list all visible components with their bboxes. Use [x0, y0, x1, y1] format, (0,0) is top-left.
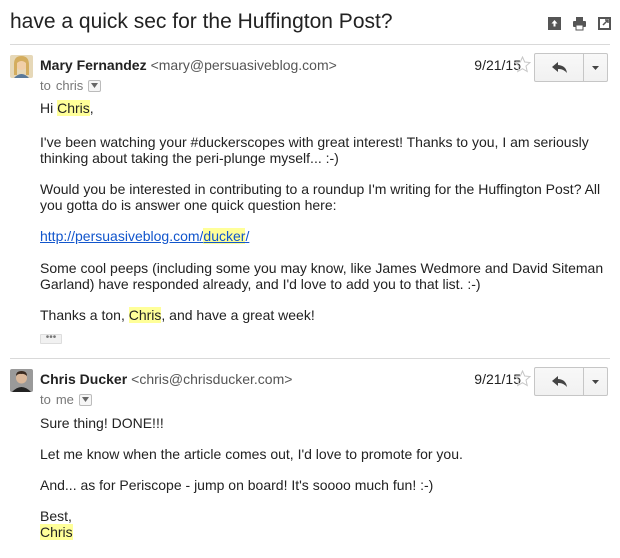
sender[interactable]: Mary Fernandez <mary@persuasiveblog.com>	[40, 57, 337, 73]
sender-name: Mary Fernandez	[40, 57, 147, 73]
star-icon[interactable]	[514, 56, 531, 73]
message-line: And... as for Periscope - jump on board!…	[40, 477, 434, 493]
reply-button[interactable]	[534, 53, 584, 82]
paragraph-line: Some cool peeps (including some you may …	[40, 260, 604, 276]
show-trimmed-content-button[interactable]: •••	[40, 333, 62, 344]
sender-email: <chris@chrisducker.com>	[131, 371, 293, 387]
more-options-button[interactable]	[584, 367, 608, 396]
closing-line: Thanks a ton, Chris, and have a great we…	[40, 307, 608, 323]
paragraph-line: Would you be interested in contributing …	[40, 181, 601, 197]
reply-button-group	[534, 53, 608, 82]
star-icon[interactable]	[514, 370, 531, 387]
avatar	[10, 369, 33, 392]
recipient-line: to me	[40, 392, 92, 407]
paragraph-line: you gotta do is answer one quick questio…	[40, 197, 337, 213]
link-paragraph: http://persuasiveblog.com/ducker/	[40, 228, 608, 244]
sender-email: <mary@persuasiveblog.com>	[150, 57, 337, 73]
to-name: chris	[55, 78, 84, 93]
paragraph-3: Some cool peeps (including some you may …	[40, 260, 608, 292]
divider	[10, 44, 610, 45]
paragraph-line: thinking about taking the peri-plunge my…	[40, 150, 339, 166]
sender-name: Chris Ducker	[40, 371, 128, 387]
show-details-button[interactable]	[88, 79, 102, 92]
closing-text: Thanks a ton,	[40, 307, 129, 323]
avatar	[10, 55, 33, 78]
paragraph-line: I've been watching your #duckerscopes wi…	[40, 134, 589, 150]
new-window-icon[interactable]	[597, 16, 612, 31]
email-subject: have a quick sec for the Huffington Post…	[10, 10, 393, 33]
message-line: Let me know when the article comes out, …	[40, 446, 463, 462]
divider	[10, 358, 610, 359]
reply-button[interactable]	[534, 367, 584, 396]
chevron-down-icon	[91, 83, 99, 88]
to-prefix: to	[40, 392, 51, 407]
message-body: Hi Chris,	[40, 100, 608, 116]
highlighted-name: Chris	[128, 307, 162, 323]
show-details-button[interactable]	[78, 393, 92, 406]
greeting-line: Hi Chris,	[40, 100, 608, 116]
chevron-down-icon	[592, 65, 599, 70]
signature: Chris	[40, 524, 608, 540]
closing-text-end: , and have a great week!	[161, 307, 315, 323]
recipient-line: to chris	[40, 78, 102, 93]
survey-link[interactable]: http://persuasiveblog.com/ducker/	[40, 228, 249, 244]
to-prefix: to	[40, 78, 51, 93]
link-text-end: /	[245, 228, 250, 244]
more-options-button[interactable]	[584, 53, 608, 82]
reply-icon	[551, 62, 567, 73]
message-line: Sure thing! DONE!!!	[40, 415, 164, 431]
greeting-punct: ,	[89, 100, 94, 116]
chevron-down-icon	[592, 379, 599, 384]
to-name: me	[55, 392, 74, 407]
highlighted-name: Chris	[57, 100, 90, 116]
paragraph-line: Garland) have responded already, and I'd…	[40, 276, 481, 292]
reply-icon	[551, 376, 567, 387]
print-icon[interactable]	[572, 16, 587, 31]
sender[interactable]: Chris Ducker <chris@chrisducker.com>	[40, 371, 292, 387]
paragraph-1: I've been watching your #duckerscopes wi…	[40, 134, 608, 166]
sign-off: Best,	[40, 508, 72, 524]
link-highlight: ducker	[203, 228, 246, 244]
archive-icon[interactable]	[547, 16, 562, 31]
reply-button-group	[534, 367, 608, 396]
highlighted-name: Chris	[40, 524, 73, 540]
chevron-down-icon	[81, 397, 89, 402]
paragraph-2: Would you be interested in contributing …	[40, 181, 608, 213]
thread-actions	[547, 16, 612, 31]
greeting-text: Hi	[40, 100, 58, 116]
link-text: http://persuasiveblog.com/	[40, 228, 204, 244]
